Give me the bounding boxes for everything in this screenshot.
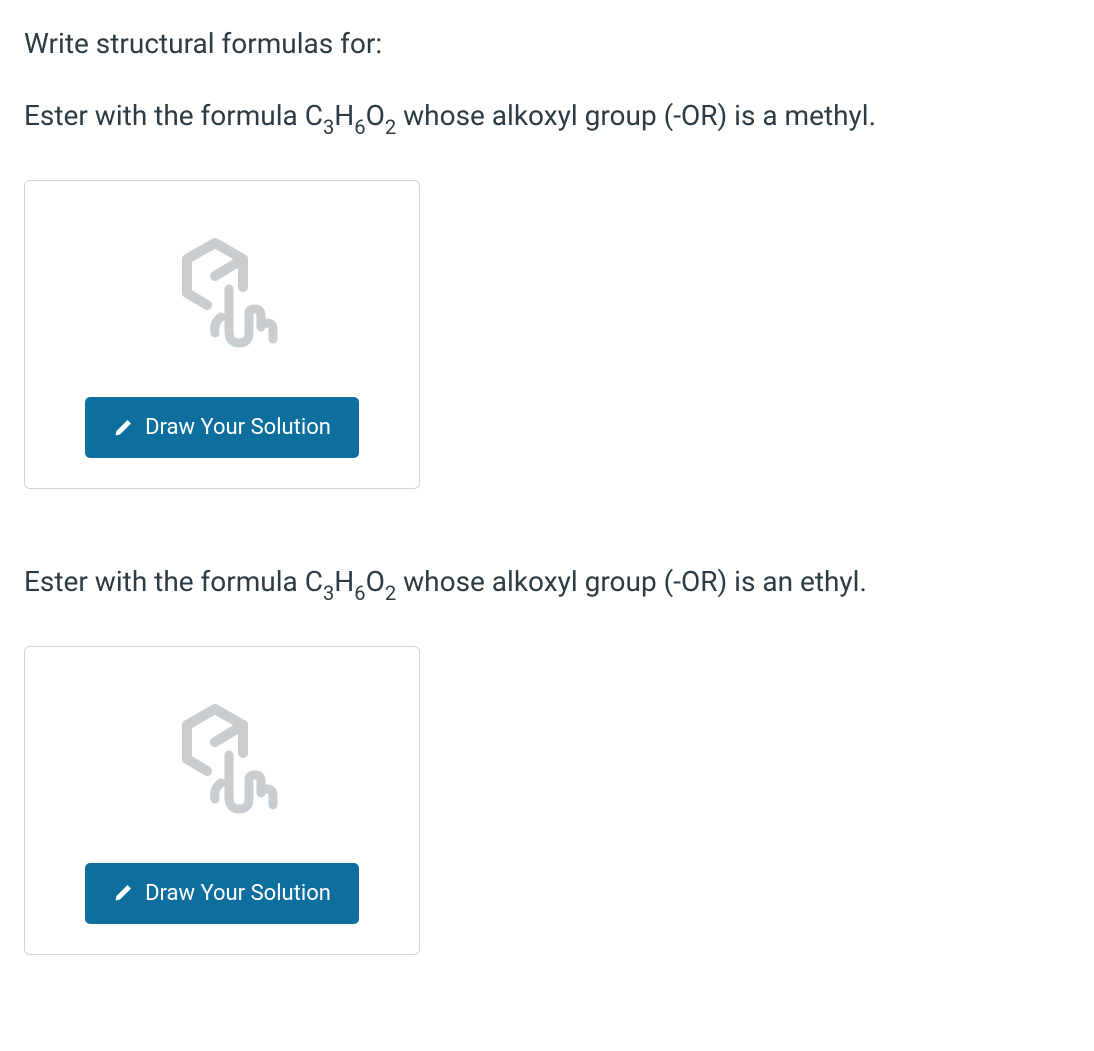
text-part: whose alkoxyl group (-OR) is an ethyl. <box>396 565 867 598</box>
draw-card-1: Draw Your Solution <box>24 180 420 489</box>
text-part: Ester with the formula C <box>24 565 323 598</box>
question-block-1: Ester with the formula C3H6O2 whose alko… <box>24 95 1070 489</box>
text-part: whose alkoxyl group (-OR) is a methyl. <box>396 99 876 132</box>
pencil-icon <box>113 883 133 903</box>
question-block-2: Ester with the formula C3H6O2 whose alko… <box>24 561 1070 955</box>
molecule-touch-icon <box>157 231 287 361</box>
subscript: 2 <box>385 115 396 139</box>
pencil-icon <box>113 418 133 438</box>
subscript: 6 <box>354 581 365 605</box>
question-text-1: Ester with the formula C3H6O2 whose alko… <box>24 95 1070 140</box>
subscript: 6 <box>354 115 365 139</box>
button-label: Draw Your Solution <box>145 881 331 906</box>
subscript: 3 <box>323 115 334 139</box>
draw-solution-button-2[interactable]: Draw Your Solution <box>85 863 359 924</box>
subscript: 2 <box>385 581 396 605</box>
button-label: Draw Your Solution <box>145 415 331 440</box>
draw-solution-button-1[interactable]: Draw Your Solution <box>85 397 359 458</box>
text-part: H <box>334 99 354 132</box>
text-part: Ester with the formula C <box>24 99 323 132</box>
text-part: H <box>334 565 354 598</box>
intro-heading: Write structural formulas for: <box>24 24 1070 63</box>
question-text-2: Ester with the formula C3H6O2 whose alko… <box>24 561 1070 606</box>
subscript: 3 <box>323 581 334 605</box>
draw-card-2: Draw Your Solution <box>24 646 420 955</box>
molecule-touch-icon <box>157 697 287 827</box>
text-part: O <box>366 565 385 598</box>
text-part: O <box>366 99 385 132</box>
